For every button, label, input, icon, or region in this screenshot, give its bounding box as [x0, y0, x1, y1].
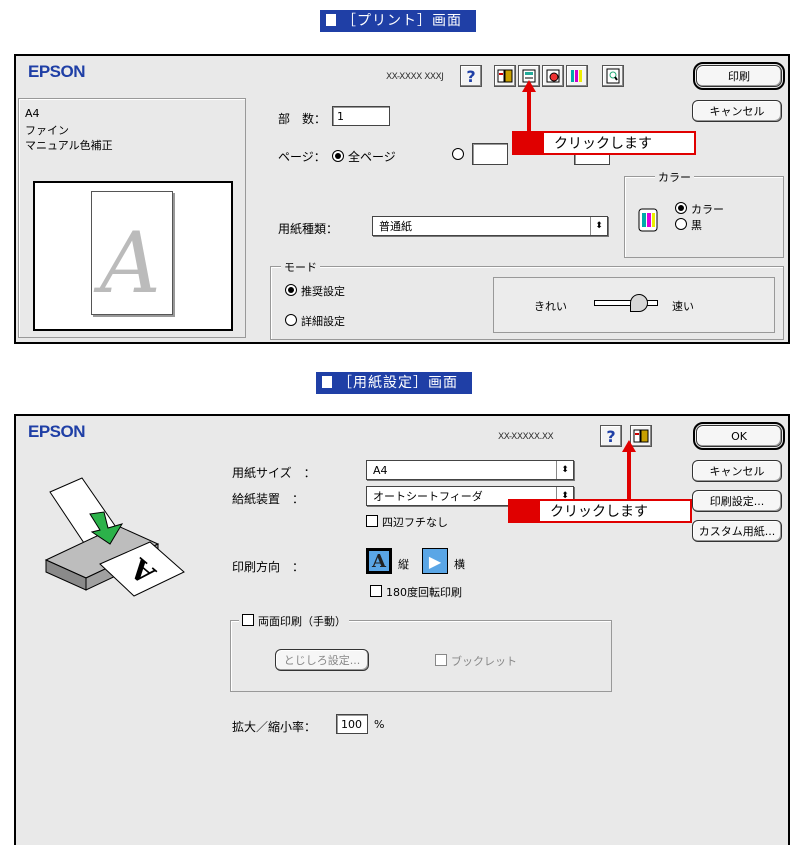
duplex-group: 両面印刷（手動） とじしろ設定... ブックレット	[230, 613, 612, 692]
cancel-button[interactable]: キャンセル	[692, 100, 782, 122]
media-type-value: 普通紙	[379, 220, 412, 233]
popup-arrows-icon: ⬍	[556, 461, 573, 479]
paper-size-value: A4	[373, 463, 388, 477]
page-setup-icon	[497, 69, 513, 83]
mode-group: モード 推奨設定 詳細設定 きれい 速い	[270, 259, 784, 340]
pages-label: ページ：	[278, 150, 326, 164]
page-setup-screen-banner: ［用紙設定］画面	[316, 372, 472, 394]
media-type-label: 用紙種類：	[278, 222, 339, 236]
landscape-arrow-icon: ▶	[428, 551, 442, 571]
page-setup-dialog: EPSON XX-XXXXX.XX ? OK キャンセル 印刷設定... カスタ…	[14, 414, 790, 845]
quality-slider-box: きれい 速い	[493, 277, 775, 333]
pages-all-radio[interactable]: 全ページ	[332, 148, 396, 165]
print-button[interactable]: 印刷	[693, 62, 785, 90]
paper-size-popup[interactable]: A4 ⬍	[366, 460, 574, 480]
color-radio[interactable]: カラー	[675, 201, 724, 217]
custom-paper-button[interactable]: カスタム用紙...	[692, 520, 782, 542]
epson-logo: EPSON	[28, 62, 86, 81]
mode-detail-radio[interactable]: 詳細設定	[285, 313, 345, 329]
pages-range-radio[interactable]	[452, 148, 468, 162]
cancel-button[interactable]: キャンセル	[692, 460, 782, 482]
printer-illustration: A	[38, 472, 198, 605]
popup-arrows-icon: ⬍	[590, 217, 607, 235]
page-setup-button[interactable]	[494, 65, 516, 87]
preview-frame: A	[33, 181, 233, 331]
quality-left-label: きれい	[534, 300, 567, 313]
question-icon: ?	[466, 66, 476, 86]
landscape-label: 横	[454, 558, 465, 571]
landscape-option[interactable]: ▶	[422, 548, 448, 574]
quality-slider-track[interactable]	[594, 300, 658, 306]
binding-settings-button[interactable]: とじしろ設定...	[275, 649, 369, 671]
booklet-checkbox[interactable]: ブックレット	[435, 653, 517, 669]
summary-quality: ファイン	[25, 124, 69, 137]
orientation-label: 印刷方向 ：	[232, 560, 305, 574]
preview-button[interactable]	[602, 65, 624, 87]
question-icon: ?	[606, 426, 616, 446]
portrait-a-icon: A	[372, 550, 386, 572]
printer-model: XX-XXXXX.XX	[498, 432, 554, 442]
utility-button[interactable]	[566, 65, 588, 87]
quality-right-label: 速い	[672, 300, 694, 313]
help-button[interactable]: ?	[600, 425, 622, 447]
scale-field[interactable]: 100	[336, 714, 368, 734]
rotate180-checkbox[interactable]: 180度回転印刷	[370, 584, 462, 600]
summary-panel: A4 ファイン マニュアル色補正 A	[18, 98, 246, 338]
quality-slider-thumb[interactable]	[630, 294, 648, 312]
magnifier-icon	[606, 68, 620, 84]
ink-icon	[571, 70, 582, 82]
click-callout: クリックします	[508, 499, 692, 523]
duplex-checkbox[interactable]: 両面印刷（手動）	[239, 613, 349, 629]
feeder-value: オートシートフィーダ	[373, 490, 483, 503]
portrait-option[interactable]: A	[366, 548, 392, 574]
help-button[interactable]: ?	[460, 65, 482, 87]
summary-color: マニュアル色補正	[25, 139, 113, 152]
print-dialog: EPSON XX-XXXX XXXJ ? 印刷 キャンセル A4 ファイン マニ…	[14, 54, 790, 344]
feeder-label: 給紙装置 ：	[232, 492, 305, 506]
click-callout: クリックします	[512, 131, 696, 155]
print-settings-button[interactable]: 印刷設定...	[692, 490, 782, 512]
media-type-popup[interactable]: 普通紙 ⬍	[372, 216, 608, 236]
mode-group-title: モード	[281, 259, 320, 275]
callout-arrow-shaft	[527, 92, 531, 132]
copies-label: 部 数：	[278, 112, 327, 126]
copies-field[interactable]: 1	[332, 106, 390, 126]
clock-icon	[546, 69, 560, 83]
color-group: カラー カラー 黒	[624, 169, 784, 258]
mode-recommended-radio[interactable]: 推奨設定	[285, 283, 345, 299]
preview-page: A	[91, 191, 173, 315]
print-screen-banner: ［プリント］画面	[320, 10, 476, 32]
summary-paper: A4	[25, 107, 40, 120]
borderless-checkbox[interactable]: 四辺フチなし	[366, 514, 448, 530]
ok-button[interactable]: OK	[693, 422, 785, 450]
scale-label: 拡大／縮小率：	[232, 720, 317, 734]
pages-from-field[interactable]	[472, 143, 508, 165]
portrait-label: 縦	[398, 558, 409, 571]
background-print-button[interactable]	[542, 65, 564, 87]
epson-logo: EPSON	[28, 422, 86, 441]
color-group-title: カラー	[655, 169, 694, 185]
black-radio[interactable]: 黒	[675, 217, 702, 233]
paper-size-label: 用紙サイズ ：	[232, 466, 316, 480]
printer-model: XX-XXXX XXXJ	[386, 72, 444, 82]
callout-arrow-head	[522, 80, 536, 92]
preview-letter: A	[100, 214, 161, 312]
callout-arrow-shaft	[627, 452, 631, 500]
scale-unit: %	[374, 718, 385, 731]
ink-cartridge-icon	[637, 205, 659, 236]
callout-arrow-head	[622, 440, 636, 452]
